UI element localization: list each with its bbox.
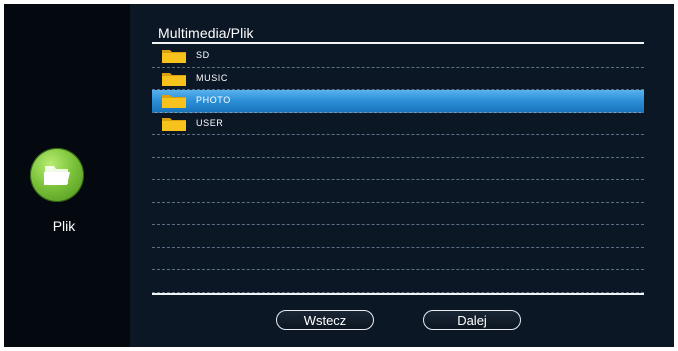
list-item-music[interactable]: MUSIC: [152, 68, 644, 90]
list-item-empty: [152, 225, 644, 248]
folder-icon: [44, 166, 70, 185]
next-button[interactable]: Dalej: [423, 310, 521, 330]
list-item-empty: [152, 158, 644, 180]
list-item-empty: [152, 135, 644, 158]
folder-icon: [162, 72, 186, 86]
footer-divider: [152, 293, 644, 295]
title-divider: [152, 42, 644, 44]
folder-icon: [162, 95, 186, 108]
list-item-empty: [152, 248, 644, 270]
folder-icon: [162, 117, 186, 131]
sidebar: Plik: [4, 4, 130, 347]
sidebar-label: Plik: [52, 218, 76, 234]
screen-frame: Plik Multimedia/Plik SD MUSIC PHOTO USER…: [4, 4, 674, 347]
list-item-empty: [152, 203, 644, 225]
file-browser: Multimedia/Plik SD MUSIC PHOTO USER Wste…: [130, 4, 674, 347]
list-item-label: USER: [196, 117, 224, 128]
page-title: Multimedia/Plik: [158, 25, 254, 41]
list-item-label: SD: [196, 50, 210, 60]
folder-icon: [162, 50, 186, 63]
list-item-user[interactable]: USER: [152, 113, 644, 135]
list-item-label: PHOTO: [196, 95, 231, 105]
back-button[interactable]: Wstecz: [276, 310, 374, 330]
list-item-sd[interactable]: SD: [152, 45, 644, 68]
list-item-empty: [152, 180, 644, 203]
file-category-button[interactable]: [30, 148, 84, 202]
file-list: SD MUSIC PHOTO USER: [152, 45, 644, 293]
list-item-empty: [152, 270, 644, 293]
list-item-label: MUSIC: [196, 72, 228, 83]
list-item-photo[interactable]: PHOTO: [152, 90, 644, 113]
